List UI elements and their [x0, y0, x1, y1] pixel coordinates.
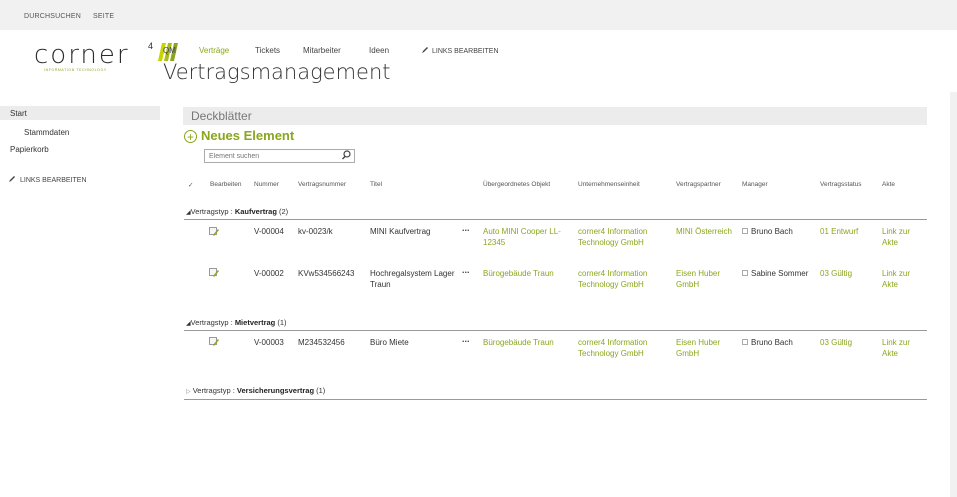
magnifier-glyph — [342, 150, 351, 160]
edit-item-icon[interactable] — [209, 268, 219, 277]
topnav-item-mitarbeiter[interactable]: Mitarbeiter — [303, 46, 341, 55]
cell-nummer: V-00002 — [254, 269, 284, 278]
new-item-button[interactable]: + Neues Element — [184, 128, 294, 143]
cell-objekt[interactable]: Auto MINI Cooper LL-12345 — [483, 226, 568, 248]
column-header-einheit[interactable]: Unternehmenseinheit — [578, 181, 640, 188]
cell-manager[interactable]: Sabine Sommer — [742, 268, 808, 279]
leftnav-item-start[interactable]: Start — [0, 106, 160, 120]
logo-tagline: INFORMATION TECHNOLOGY — [44, 68, 107, 72]
group-value: Versicherungsvertrag — [236, 386, 315, 395]
cell-akte[interactable]: Link zur Akte — [882, 268, 912, 290]
column-header-nummer[interactable]: Nummer — [254, 181, 279, 188]
search-icon[interactable] — [342, 150, 351, 162]
column-header-bearbeiten[interactable]: Bearbeiten — [210, 181, 241, 188]
cell-akte[interactable]: Link zur Akte — [882, 226, 912, 248]
group-label: Vertragstyp : — [192, 386, 237, 395]
cell-manager[interactable]: Bruno Bach — [742, 226, 793, 237]
plus-circle-icon: + — [184, 130, 197, 143]
cell-vertragsnummer: kv-0023/k — [298, 227, 333, 236]
leftnav-edit-links[interactable]: LINKS BEARBEITEN — [9, 175, 87, 184]
cell-status[interactable]: 03 Gültig — [820, 337, 852, 348]
edit-item-icon[interactable] — [209, 337, 219, 346]
group-divider — [184, 399, 927, 400]
column-header-objekt[interactable]: Übergeordnetes Objekt — [483, 181, 550, 188]
webpart-title-bar: Deckblätter — [183, 107, 927, 125]
pencil-icon — [422, 47, 428, 53]
column-header-akte[interactable]: Akte — [882, 181, 895, 188]
logo-superscript: 4 — [148, 41, 154, 51]
scroll-gutter — [950, 30, 957, 497]
manager-name: Bruno Bach — [751, 227, 793, 236]
edit-item-icon[interactable] — [209, 227, 219, 236]
group-header-versicherungsvertrag[interactable]: ▷ Vertragstyp : Versicherungsvertrag (1) — [186, 386, 325, 395]
leftnav-item-papierkorb[interactable]: Papierkorb — [10, 145, 49, 154]
group-count: (1) — [316, 386, 326, 395]
more-options-icon[interactable]: ... — [462, 223, 470, 233]
topnav-item-qm[interactable]: QM — [163, 46, 176, 55]
more-options-icon[interactable]: ... — [462, 334, 470, 344]
group-value: Mietvertrag — [234, 318, 276, 327]
site-header — [0, 30, 957, 92]
presence-indicator-icon — [742, 270, 748, 276]
column-header-manager[interactable]: Manager — [742, 181, 768, 188]
cell-vertragsnummer: KVw534566243 — [298, 269, 355, 278]
cell-partner[interactable]: MINI Österreich — [676, 226, 736, 237]
leftnav-item-stammdaten[interactable]: Stammdaten — [24, 128, 69, 137]
cell-einheit[interactable]: corner4 Information Technology GmbH — [578, 337, 668, 359]
search-box — [204, 149, 355, 163]
column-header-partner[interactable]: Vertragspartner — [676, 181, 721, 188]
presence-indicator-icon — [742, 339, 748, 345]
cell-titel[interactable]: Büro Miete — [370, 337, 455, 348]
manager-name: Sabine Sommer — [751, 269, 809, 278]
group-count: (2) — [279, 207, 289, 216]
collapse-triangle-icon[interactable]: ▷ — [186, 389, 191, 395]
column-header-vertragsnummer[interactable]: Vertragsnummer — [298, 181, 346, 188]
topnav-edit-links[interactable]: LINKS BEARBEITEN — [421, 46, 499, 55]
column-header-titel[interactable]: Titel — [370, 181, 382, 188]
group-divider — [184, 330, 927, 331]
cell-status[interactable]: 03 Gültig — [820, 268, 852, 279]
group-divider — [184, 219, 927, 220]
new-item-label: Neues Element — [201, 128, 295, 143]
cell-einheit[interactable]: corner4 Information Technology GmbH — [578, 268, 668, 290]
topnav-item-ideen[interactable]: Ideen — [369, 46, 389, 55]
leftnav-edit-links-label: LINKS BEARBEITEN — [20, 177, 87, 184]
more-options-icon[interactable]: ... — [462, 265, 470, 275]
cell-objekt[interactable]: Bürogebäude Traun — [483, 337, 573, 348]
cell-akte[interactable]: Link zur Akte — [882, 337, 912, 359]
cell-partner[interactable]: Eisen Huber GmbH — [676, 337, 736, 359]
cell-status[interactable]: 01 Entwurf — [820, 226, 858, 237]
cell-objekt[interactable]: Bürogebäude Traun — [483, 268, 573, 279]
cell-partner[interactable]: Eisen Huber GmbH — [676, 268, 736, 290]
ribbon-bar: DURCHSUCHEN SEITE — [0, 0, 957, 30]
cell-titel[interactable]: MINI Kaufvertrag — [370, 226, 455, 237]
logo-wordmark: corner — [34, 40, 130, 70]
pencil-icon — [9, 176, 15, 182]
group-label: Vertragstyp : — [190, 207, 235, 216]
leftnav-item-start-label: Start — [10, 109, 27, 118]
cell-nummer: V-00004 — [254, 227, 284, 236]
group-value: Kaufvertrag — [234, 207, 277, 216]
cell-nummer: V-00003 — [254, 338, 284, 347]
column-header-status[interactable]: Vertragsstatus — [820, 181, 862, 188]
webpart-title[interactable]: Deckblätter — [191, 109, 252, 123]
page-title: Vertragsmanagement — [163, 60, 391, 84]
group-count: (1) — [277, 318, 287, 327]
group-header-mietvertrag[interactable]: ◢Vertragstyp : Mietvertrag (1) — [186, 318, 287, 327]
select-all-checkmark-icon[interactable]: ✓ — [188, 181, 193, 189]
ribbon-tab-browse[interactable]: DURCHSUCHEN — [24, 13, 81, 20]
group-header-kaufvertrag[interactable]: ◢Vertragstyp : Kaufvertrag (2) — [186, 207, 288, 216]
cell-einheit[interactable]: corner4 Information Technology GmbH — [578, 226, 668, 248]
search-input[interactable] — [205, 150, 339, 162]
topnav-item-tickets[interactable]: Tickets — [255, 46, 280, 55]
cell-vertragsnummer: M234532456 — [298, 338, 345, 347]
presence-indicator-icon — [742, 228, 748, 234]
cell-manager[interactable]: Bruno Bach — [742, 337, 793, 348]
topnav-item-vertraege[interactable]: Verträge — [199, 46, 229, 55]
manager-name: Bruno Bach — [751, 338, 793, 347]
cell-titel[interactable]: Hochregalsystem Lager Traun — [370, 268, 455, 290]
topnav-edit-links-label: LINKS BEARBEITEN — [432, 48, 499, 55]
group-label: Vertragstyp : — [190, 318, 235, 327]
ribbon-tab-page[interactable]: SEITE — [93, 13, 114, 20]
